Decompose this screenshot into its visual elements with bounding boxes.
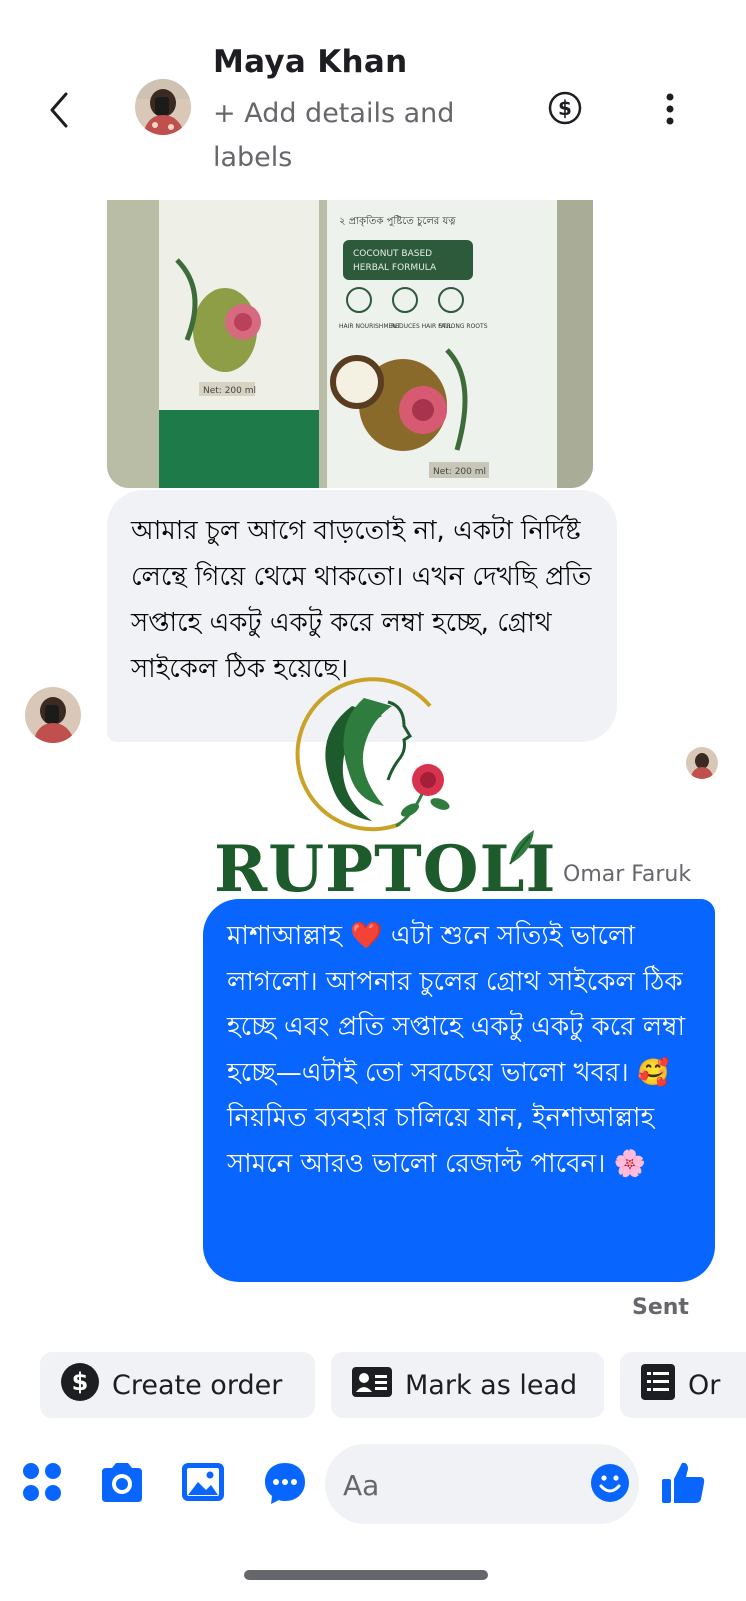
home-indicator bbox=[244, 1570, 488, 1580]
contact-card-icon bbox=[351, 1366, 393, 1405]
leaf-icon bbox=[500, 826, 540, 866]
gallery-icon[interactable] bbox=[180, 1460, 228, 1508]
outgoing-message-bubble[interactable]: মাশাআল্লাহ ❤️ এটা শুনে সত্যিই ভালো লাগলো… bbox=[203, 899, 715, 1282]
orders-button[interactable]: Or bbox=[620, 1352, 746, 1418]
create-order-button[interactable]: $ Create order bbox=[40, 1352, 315, 1418]
svg-text:$: $ bbox=[558, 96, 572, 120]
product-photo[interactable]: Net: 200 ml COCONUT BASED HERBAL FORMULA… bbox=[107, 200, 593, 488]
mark-as-lead-label: Mark as lead bbox=[405, 1369, 578, 1401]
formula-line-1: COCONUT BASED bbox=[353, 249, 432, 259]
more-options-icon[interactable] bbox=[658, 92, 682, 126]
chat-bubble-icon[interactable] bbox=[262, 1460, 310, 1508]
seen-receipt-avatar bbox=[686, 747, 718, 779]
dollar-circle-icon: $ bbox=[60, 1362, 100, 1409]
outgoing-message-text: মাশাআল্লাহ ❤️ এটা শুনে সত্যিই ভালো লাগলো… bbox=[227, 921, 685, 1179]
order-list-icon bbox=[640, 1363, 676, 1408]
back-button[interactable] bbox=[42, 88, 78, 132]
bottle-banner: ২ প্রাকৃতিক পুষ্টিতে চুলের যত্ন bbox=[339, 215, 456, 227]
mark-as-lead-button[interactable]: Mark as lead bbox=[331, 1352, 604, 1418]
right-bottle-volume: Net: 200 ml bbox=[433, 467, 486, 477]
chevron-left-icon bbox=[50, 92, 68, 128]
add-details-link[interactable]: + Add details and labels bbox=[213, 92, 503, 180]
left-bottle-volume: Net: 200 ml bbox=[203, 386, 256, 396]
apps-grid-icon[interactable] bbox=[20, 1460, 68, 1508]
sender-avatar[interactable] bbox=[25, 687, 81, 743]
payment-dollar-icon[interactable]: $ bbox=[548, 91, 582, 125]
emoji-icon[interactable] bbox=[590, 1463, 630, 1503]
message-input[interactable] bbox=[341, 1464, 565, 1506]
camera-icon[interactable] bbox=[98, 1460, 146, 1508]
orders-label: Or bbox=[688, 1369, 721, 1401]
icon-label-3: STRONG ROOTS bbox=[439, 323, 488, 330]
outgoing-sender-name: Omar Faruk bbox=[563, 862, 692, 887]
thumbs-up-icon[interactable] bbox=[660, 1459, 706, 1505]
brand-logo-emblem bbox=[292, 676, 462, 836]
contact-name[interactable]: Maya Khan bbox=[213, 44, 408, 80]
incoming-message-text: আমার চুল আগে বাড়তোই না, একটা নির্দিষ্ট … bbox=[131, 516, 592, 684]
svg-text:$: $ bbox=[72, 1368, 89, 1396]
contact-avatar[interactable] bbox=[135, 79, 191, 135]
create-order-label: Create order bbox=[112, 1369, 283, 1401]
message-status: Sent bbox=[632, 1295, 689, 1320]
formula-line-2: HERBAL FORMULA bbox=[353, 263, 437, 273]
